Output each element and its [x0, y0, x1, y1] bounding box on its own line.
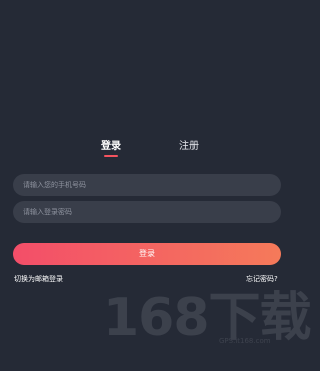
forgot-password-link[interactable]: 忘记密码? — [246, 274, 278, 284]
active-tab-indicator — [104, 155, 118, 157]
tab-register[interactable]: 注册 — [174, 140, 204, 154]
email-login-link[interactable]: 切换为邮箱登录 — [14, 274, 63, 284]
watermark-url: GPS.it168.com — [219, 337, 271, 345]
phone-input[interactable] — [23, 181, 271, 189]
login-button[interactable]: 登录 — [13, 243, 281, 265]
watermark-logo: 168下载 GPS.it168.com — [103, 288, 312, 368]
password-input[interactable] — [23, 208, 271, 216]
auth-tabs: 登录 注册 — [0, 140, 300, 160]
phone-field[interactable] — [13, 174, 281, 196]
password-field[interactable] — [13, 201, 281, 223]
watermark-text: 168下载 — [103, 288, 312, 348]
tab-login[interactable]: 登录 — [96, 140, 126, 154]
